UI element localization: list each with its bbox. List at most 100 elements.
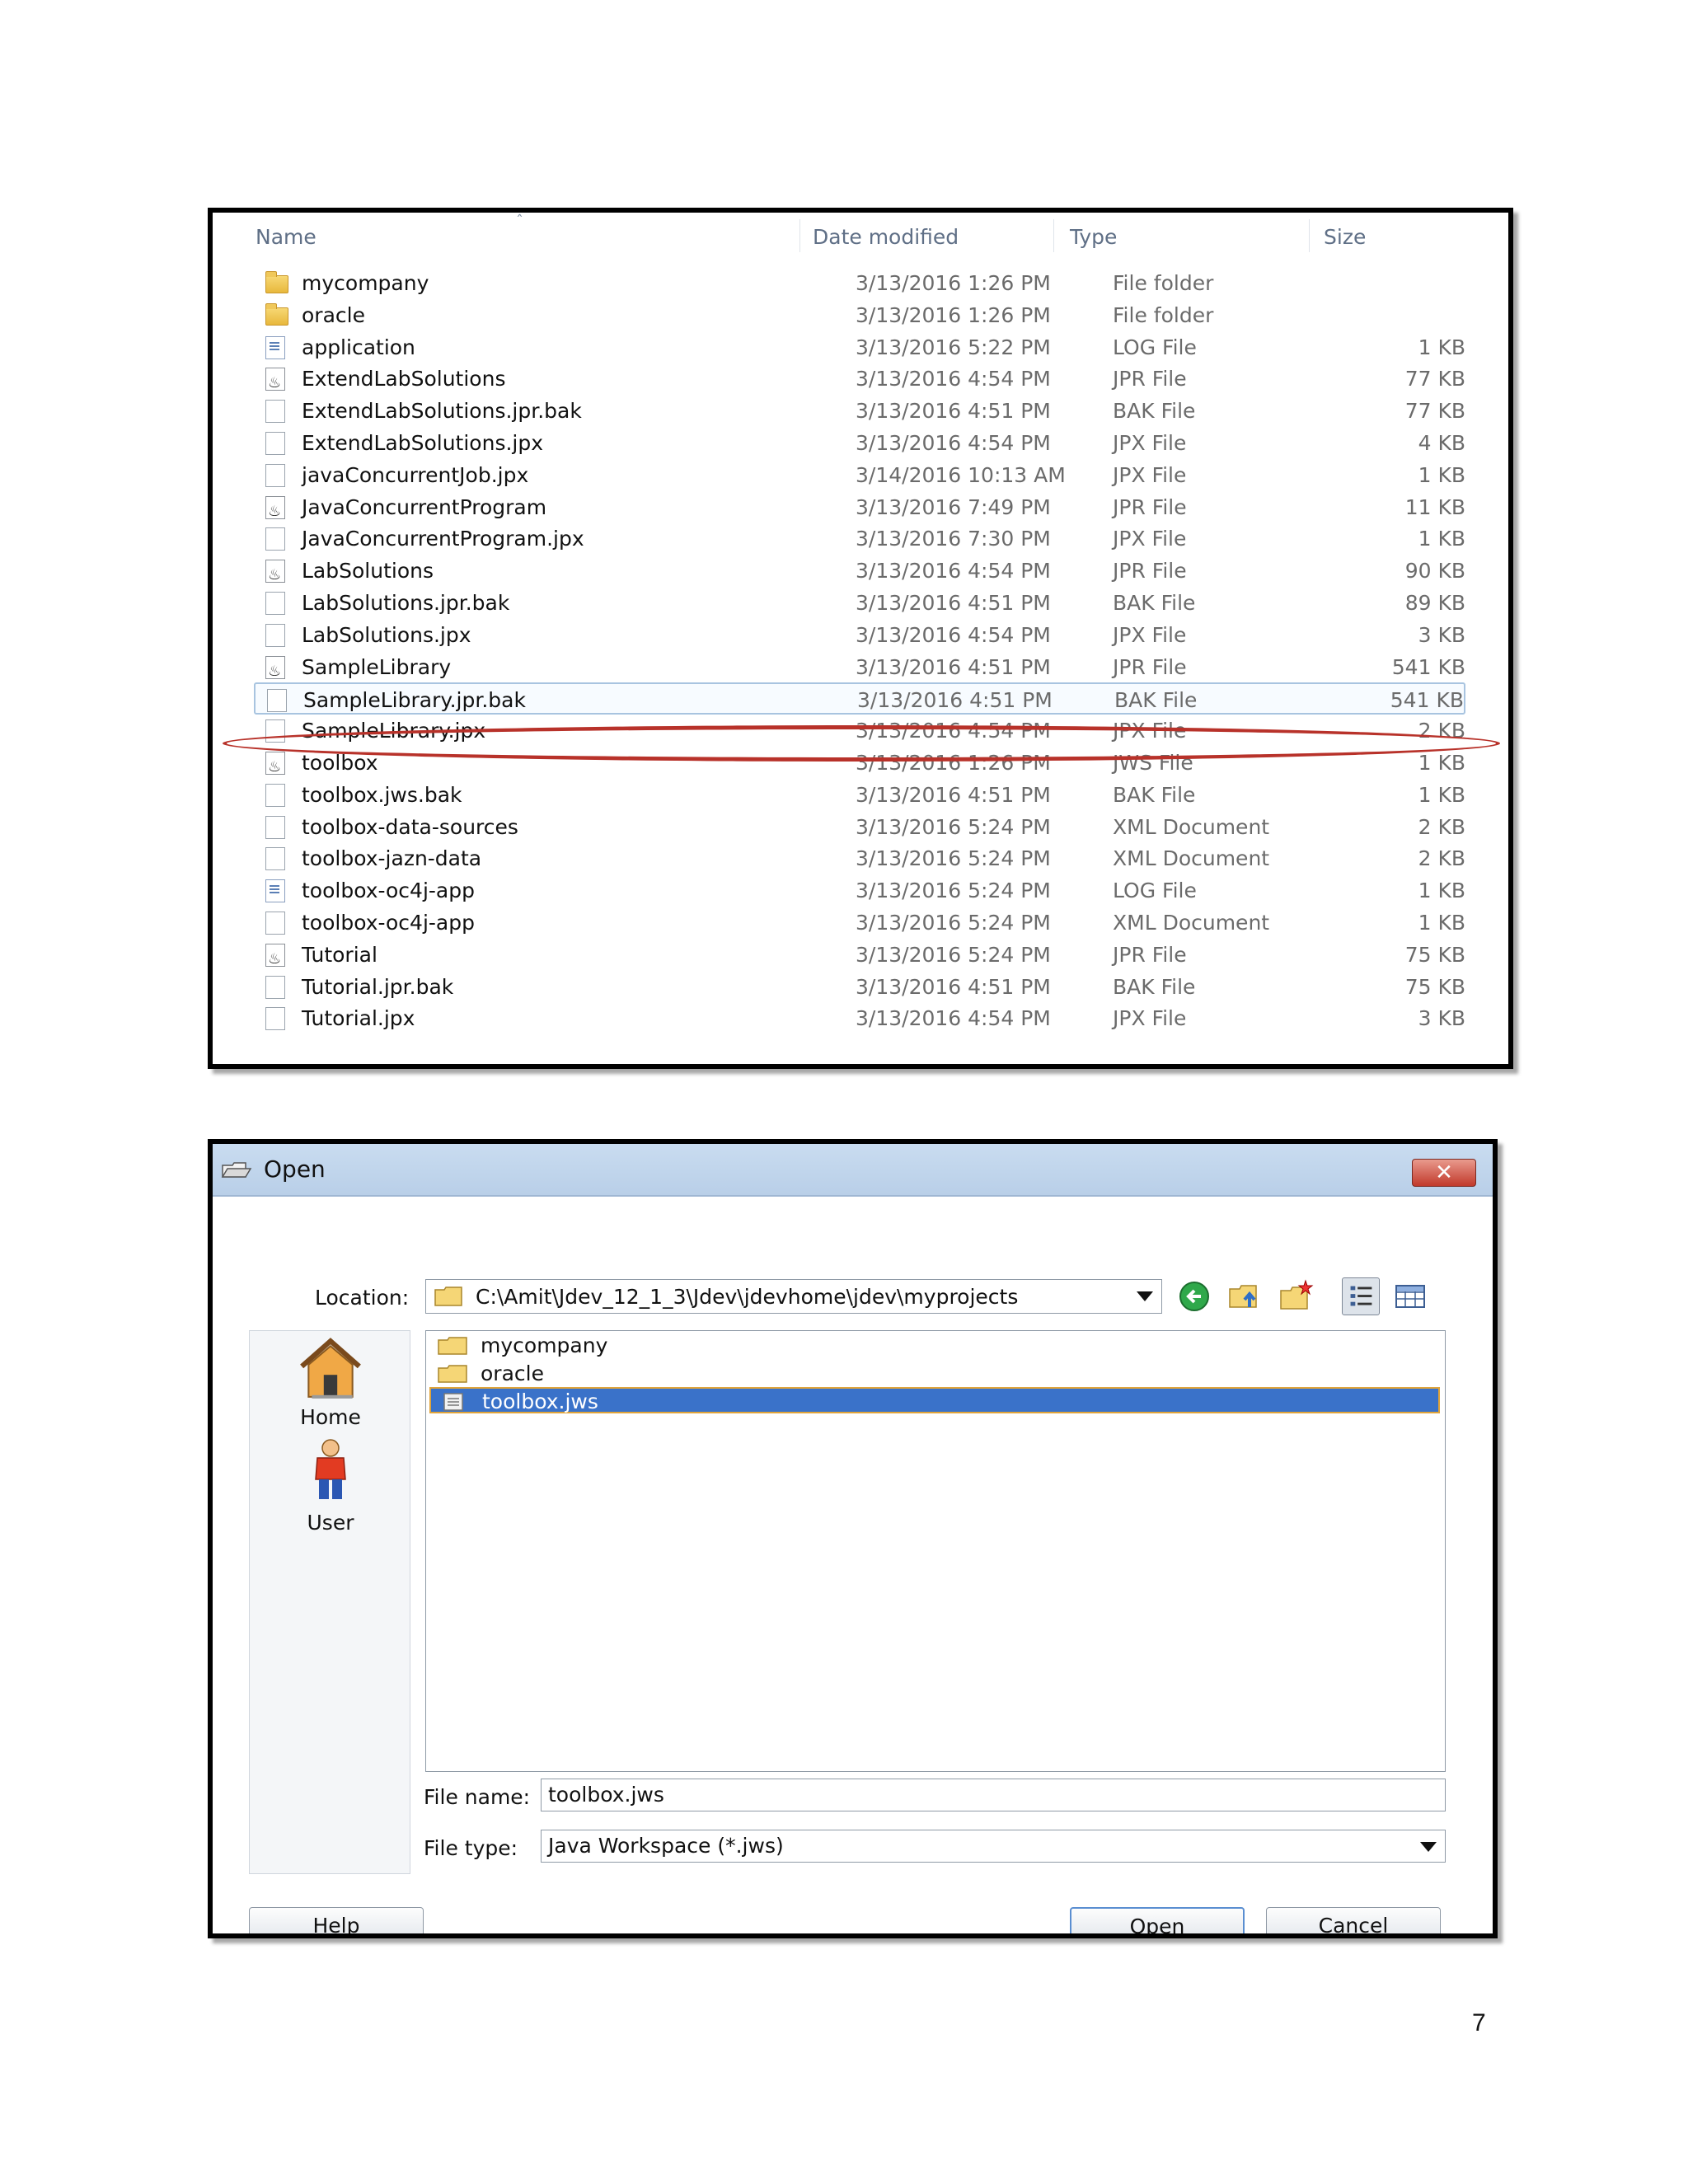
file-name-cell: LabSolutions.jpx xyxy=(302,622,471,647)
file-name-cell: mycompany xyxy=(302,271,429,295)
table-row[interactable]: toolbox-data-sources 3/13/2016 5:24 PM XML… xyxy=(254,811,1465,843)
table-row[interactable]: toolbox-oc4j-app 3/13/2016 5:24 PM LOG Fil… xyxy=(254,874,1465,907)
file-type-cell: BAK File xyxy=(1113,399,1196,424)
up-folder-icon[interactable] xyxy=(1226,1277,1264,1315)
file-name-cell: JavaConcurrentProgram.jpx xyxy=(302,527,584,551)
file-name-input[interactable]: toolbox.jws xyxy=(541,1779,1446,1811)
new-folder-icon[interactable] xyxy=(1278,1277,1315,1315)
table-row[interactable]: SampleLibrary 3/13/2016 4:51 PM JPR File 54… xyxy=(254,651,1465,687)
date-modified-cell: 3/13/2016 7:49 PM xyxy=(856,494,1051,519)
date-modified-cell: 3/13/2016 4:54 PM xyxy=(856,367,1051,391)
file-icon xyxy=(265,1007,285,1031)
location-combobox[interactable]: C:\Amit\Jdev_12_1_3\Jdev\jdevhome\jdev\m… xyxy=(425,1279,1162,1314)
file-name-cell: Tutorial xyxy=(302,942,377,967)
table-row[interactable]: application 3/13/2016 5:22 PM LOG File 1 KB xyxy=(254,331,1465,363)
jdev-project-icon xyxy=(265,495,285,527)
help-button-label: Help xyxy=(312,1914,360,1938)
file-icon xyxy=(265,623,285,647)
file-icon xyxy=(265,432,285,455)
location-path: C:\Amit\Jdev_12_1_3\Jdev\jdevhome\jdev\m… xyxy=(476,1285,1019,1309)
column-header-name[interactable]: Name xyxy=(256,219,316,255)
file-type-cell: BAK File xyxy=(1114,688,1198,713)
file-size-cell: 1 KB xyxy=(1418,782,1465,807)
table-row-selected[interactable]: SampleLibrary.jpr.bak 3/13/2016 4:51 PM BA… xyxy=(254,682,1465,715)
table-row[interactable]: JavaConcurrentProgram 3/13/2016 7:49 PM JP… xyxy=(254,491,1465,527)
close-button[interactable]: ✕ xyxy=(1412,1159,1476,1187)
list-item-selected[interactable]: toolbox.jws xyxy=(429,1387,1440,1413)
table-row[interactable]: ExtendLabSolutions.jpr.bak 3/13/2016 4:51… xyxy=(254,395,1465,427)
column-header-size[interactable]: Size xyxy=(1324,219,1366,255)
table-row[interactable]: javaConcurrentJob.jpx 3/14/2016 10:13 AM J… xyxy=(254,459,1465,491)
file-size-cell: 3 KB xyxy=(1418,622,1465,647)
file-icon xyxy=(265,815,285,839)
log-file-icon xyxy=(265,879,285,903)
table-row[interactable]: toolbox.jws.bak 3/13/2016 4:51 PM BAK File… xyxy=(254,779,1465,811)
column-header-date[interactable]: Date modified xyxy=(813,219,959,255)
table-row[interactable]: ExtendLabSolutions 3/13/2016 4:54 PM JPR F… xyxy=(254,363,1465,399)
log-file-icon xyxy=(265,335,285,359)
table-row[interactable]: toolbox-jazn-data 3/13/2016 5:24 PM XML Do… xyxy=(254,842,1465,874)
open-folder-icon xyxy=(221,1162,252,1178)
file-size-cell: 1 KB xyxy=(1418,879,1465,903)
dialog-title-bar[interactable]: Open ✕ xyxy=(213,1144,1493,1195)
list-item[interactable]: mycompany xyxy=(429,1333,1440,1359)
table-row[interactable]: LabSolutions 3/13/2016 4:54 PM JPR File 90 … xyxy=(254,555,1465,591)
file-name-cell: ExtendLabSolutions xyxy=(302,367,506,391)
help-button[interactable]: Help xyxy=(249,1907,424,1938)
home-icon xyxy=(300,1338,361,1399)
place-user[interactable]: User xyxy=(250,1436,411,1540)
column-separator[interactable] xyxy=(1053,219,1054,252)
file-size-cell: 1 KB xyxy=(1418,462,1465,487)
table-row[interactable]: Tutorial.jpx 3/13/2016 4:54 PM JPX File 3 K… xyxy=(254,1002,1465,1034)
dialog-title: Open xyxy=(264,1155,326,1183)
file-icon xyxy=(265,527,285,551)
date-modified-cell: 3/13/2016 4:54 PM xyxy=(856,431,1051,455)
jdev-project-icon xyxy=(265,559,285,591)
file-icon xyxy=(265,783,285,807)
folder-icon xyxy=(265,271,288,293)
explorer-file-list: ˆ Name Date modified Type Size mycompany… xyxy=(208,208,1513,1069)
file-type-cell: JPX File xyxy=(1113,527,1187,551)
file-type-cell: JPR File xyxy=(1113,942,1187,967)
back-icon[interactable] xyxy=(1175,1277,1213,1315)
date-modified-cell: 3/13/2016 7:30 PM xyxy=(856,527,1051,551)
file-type-cell: File folder xyxy=(1113,271,1214,295)
file-type-cell: JPR File xyxy=(1113,367,1187,391)
jdev-project-icon xyxy=(265,943,285,975)
file-name-cell: ExtendLabSolutions.jpr.bak xyxy=(302,399,582,424)
list-item[interactable]: oracle xyxy=(429,1361,1440,1387)
column-separator[interactable] xyxy=(1309,219,1310,252)
column-header-type[interactable]: Type xyxy=(1070,219,1117,255)
dropdown-arrow-icon[interactable] xyxy=(1420,1842,1437,1852)
file-name-cell: javaConcurrentJob.jpx xyxy=(302,462,529,487)
cancel-button[interactable]: Cancel xyxy=(1266,1907,1441,1933)
file-type-cell: XML Document xyxy=(1113,911,1270,935)
table-row[interactable]: Tutorial.jpr.bak 3/13/2016 4:51 PM BAK Fil… xyxy=(254,971,1465,1003)
column-separator[interactable] xyxy=(799,219,800,252)
jdev-project-icon xyxy=(265,751,285,783)
table-row[interactable]: JavaConcurrentProgram.jpx 3/13/2016 7:30 … xyxy=(254,523,1465,555)
place-home[interactable]: Home xyxy=(250,1331,411,1433)
table-row[interactable]: LabSolutions.jpx 3/13/2016 4:54 PM JPX Fil… xyxy=(254,619,1465,651)
file-name-cell: oracle xyxy=(302,302,365,327)
file-name-cell: toolbox-jazn-data xyxy=(302,846,482,871)
table-row[interactable]: toolbox-oc4j-app 3/13/2016 5:24 PM XML Doc… xyxy=(254,907,1465,939)
folder-icon xyxy=(438,1365,467,1383)
table-row[interactable]: Tutorial 3/13/2016 5:24 PM JPR File 75 KB xyxy=(254,939,1465,975)
table-row[interactable]: mycompany 3/13/2016 1:26 PM File folder xyxy=(254,267,1465,299)
table-row[interactable]: LabSolutions.jpr.bak 3/13/2016 4:51 PM BAK… xyxy=(254,587,1465,619)
file-type-cell: JPX File xyxy=(1113,622,1187,647)
dropdown-arrow-icon[interactable] xyxy=(1137,1291,1153,1301)
open-dialog: Open ✕ Location: C:\Amit\Jdev_12_1_3\Jde… xyxy=(208,1139,1498,1938)
file-type-select[interactable]: Java Workspace (*.jws) xyxy=(541,1830,1446,1863)
file-list[interactable]: mycompany oracle toolbox.jws xyxy=(425,1330,1446,1772)
list-view-icon[interactable] xyxy=(1342,1277,1380,1315)
file-name-cell: Tutorial.jpr.bak xyxy=(302,974,454,999)
open-button[interactable]: Open xyxy=(1070,1907,1245,1933)
date-modified-cell: 3/13/2016 5:22 PM xyxy=(856,335,1051,359)
file-type-cell: JPR File xyxy=(1113,654,1187,679)
location-label: Location: xyxy=(315,1286,410,1310)
table-row[interactable]: ExtendLabSolutions.jpx 3/13/2016 4:54 PM J… xyxy=(254,427,1465,459)
details-view-icon[interactable] xyxy=(1391,1277,1429,1315)
table-row[interactable]: oracle 3/13/2016 1:26 PM File folder xyxy=(254,299,1465,331)
